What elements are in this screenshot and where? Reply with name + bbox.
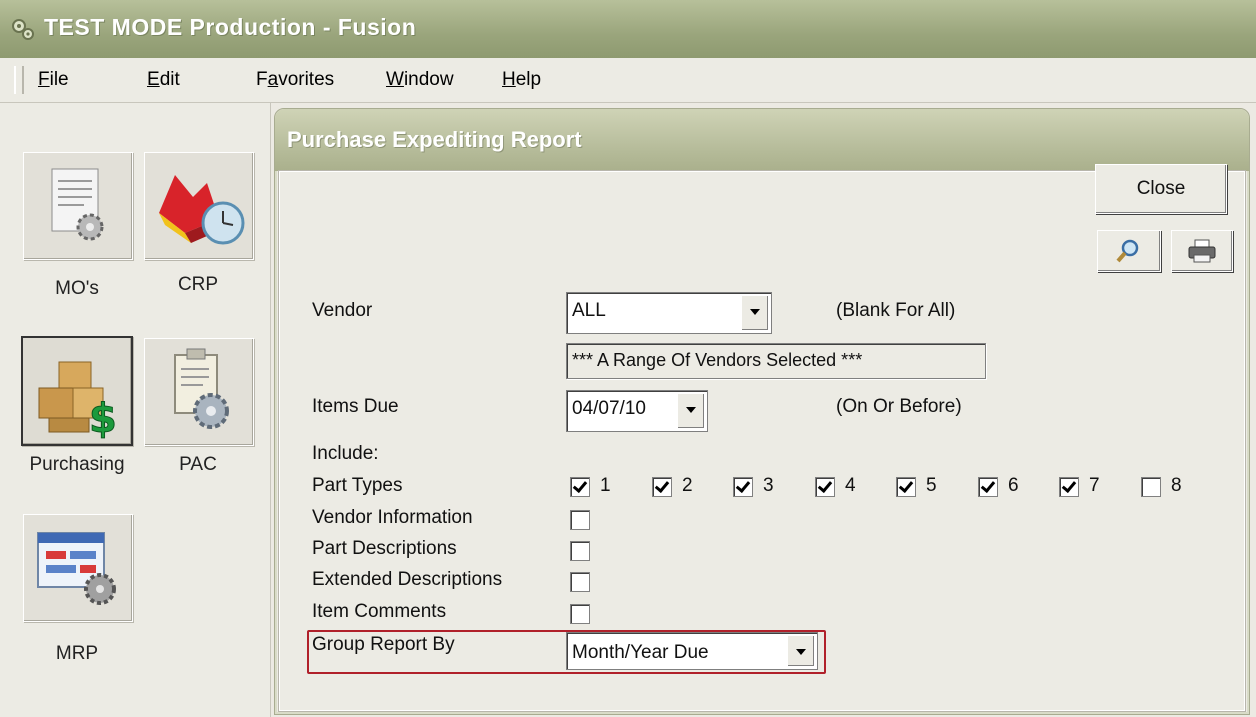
chevron-down-icon[interactable]: [741, 295, 769, 331]
preview-button[interactable]: [1097, 230, 1161, 272]
printer-icon: [1188, 239, 1216, 263]
module-mrp-label: MRP: [55, 643, 99, 664]
module-purchasing-label: Purchasing: [29, 454, 125, 475]
item-comments-label: Item Comments: [312, 601, 447, 622]
part-type-6-checkbox[interactable]: [978, 477, 998, 497]
dialog-title: Purchase Expediting Report: [287, 127, 582, 152]
print-button[interactable]: [1171, 230, 1233, 272]
part-types-label: Part Types: [312, 475, 403, 496]
magnifier-icon: [1116, 239, 1139, 263]
module-crp-label: CRP: [177, 274, 219, 295]
part-type-7-label: 7: [1089, 475, 1100, 496]
vendor-information-label: Vendor Information: [312, 507, 473, 528]
document-gear-icon: [51, 168, 104, 241]
menu-help[interactable]: Help: [502, 69, 541, 91]
title-bar: TEST MODE Production - Fusion: [0, 0, 1256, 58]
screen-gear-icon: [37, 532, 116, 605]
clipboard-gear-icon: [174, 348, 229, 429]
part-type-5-checkbox[interactable]: [896, 477, 916, 497]
vendor-hint: (Blank For All): [836, 300, 956, 321]
chart-clock-icon: [159, 175, 245, 245]
menu-favorites[interactable]: Favorites: [256, 69, 334, 91]
menu-window[interactable]: Window: [386, 69, 454, 91]
items-due-value: 04/07/10: [572, 398, 646, 419]
vendor-range-display: *** A Range Of Vendors Selected ***: [566, 343, 986, 379]
svg-text:$: $: [89, 396, 117, 442]
vendor-range-text: *** A Range Of Vendors Selected ***: [572, 350, 863, 370]
module-pac-label: PAC: [179, 454, 217, 475]
part-type-3-checkbox[interactable]: [733, 477, 753, 497]
part-type-5-label: 5: [926, 475, 937, 496]
module-pac-button[interactable]: [144, 338, 254, 446]
part-type-6-label: 6: [1008, 475, 1019, 496]
part-type-3-label: 3: [763, 475, 774, 496]
vendor-label: Vendor: [312, 300, 373, 321]
module-mos-button[interactable]: [23, 152, 133, 260]
part-type-2-checkbox[interactable]: [652, 477, 672, 497]
part-descriptions-checkbox[interactable]: [570, 541, 590, 561]
menu-file[interactable]: File: [38, 69, 69, 91]
app-gears-icon: [12, 19, 34, 40]
item-comments-checkbox[interactable]: [570, 604, 590, 624]
boxes-dollar-icon: $: [38, 361, 117, 443]
dialog-header: Purchase Expediting Report: [275, 109, 1249, 171]
module-crp-button[interactable]: [144, 152, 254, 260]
module-purchasing-button[interactable]: $: [21, 336, 133, 446]
part-type-4-checkbox[interactable]: [815, 477, 835, 497]
highlight-box: [307, 630, 826, 674]
menu-grip[interactable]: [14, 66, 24, 94]
part-type-8-checkbox[interactable]: [1141, 477, 1161, 497]
vendor-value: ALL: [572, 300, 606, 321]
items-due-date-field[interactable]: 04/07/10: [566, 390, 708, 432]
part-type-7-checkbox[interactable]: [1059, 477, 1079, 497]
items-due-label: Items Due: [312, 396, 399, 417]
menu-bar: File Edit Favorites Window Help: [0, 58, 1256, 103]
part-descriptions-label: Part Descriptions: [312, 538, 457, 559]
part-type-1-checkbox[interactable]: [570, 477, 590, 497]
part-type-2-label: 2: [682, 475, 693, 496]
part-type-1-label: 1: [600, 475, 611, 496]
menu-edit[interactable]: Edit: [147, 69, 180, 91]
module-mos-label: MO's: [55, 278, 99, 299]
window-title: TEST MODE Production - Fusion: [44, 14, 417, 40]
close-button-label: Close: [1136, 178, 1186, 199]
extended-descriptions-checkbox[interactable]: [570, 572, 590, 592]
items-due-hint: (On Or Before): [836, 396, 962, 417]
part-type-4-label: 4: [845, 475, 856, 496]
chevron-down-icon[interactable]: [677, 393, 705, 429]
extended-descriptions-label: Extended Descriptions: [312, 569, 503, 590]
include-label: Include:: [312, 443, 379, 464]
vendor-information-checkbox[interactable]: [570, 510, 590, 530]
part-type-8-label: 8: [1171, 475, 1182, 496]
module-mrp-button[interactable]: [23, 514, 133, 622]
close-button[interactable]: Close: [1095, 164, 1227, 214]
vendor-combo[interactable]: ALL: [566, 292, 772, 334]
